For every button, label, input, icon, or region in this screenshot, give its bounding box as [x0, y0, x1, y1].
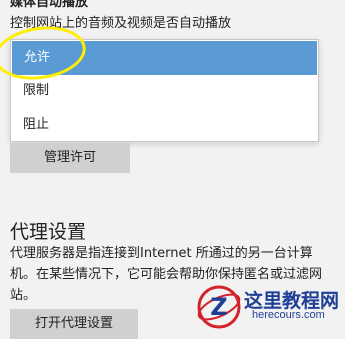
manage-permissions-button[interactable]: 管理许可 [10, 143, 130, 173]
open-proxy-settings-button[interactable]: 打开代理设置 [10, 309, 138, 339]
watermark-logo-icon: Z [197, 285, 241, 329]
option-limit[interactable]: 限制 [11, 74, 318, 108]
settings-page: 媒体自动播放 控制网站上的音频及视频是否自动播放 允许 限制 阻止 管理许可 代… [0, 0, 345, 339]
media-autoplay-title: 媒体自动播放 [10, 0, 89, 10]
watermark: Z 这里教程网 herecours.com [196, 284, 345, 329]
option-block[interactable]: 阻止 [11, 108, 318, 142]
proxy-settings-title: 代理设置 [10, 221, 87, 243]
watermark-url: herecours.com [252, 309, 325, 321]
watermark-logo-letter: Z [210, 293, 227, 321]
